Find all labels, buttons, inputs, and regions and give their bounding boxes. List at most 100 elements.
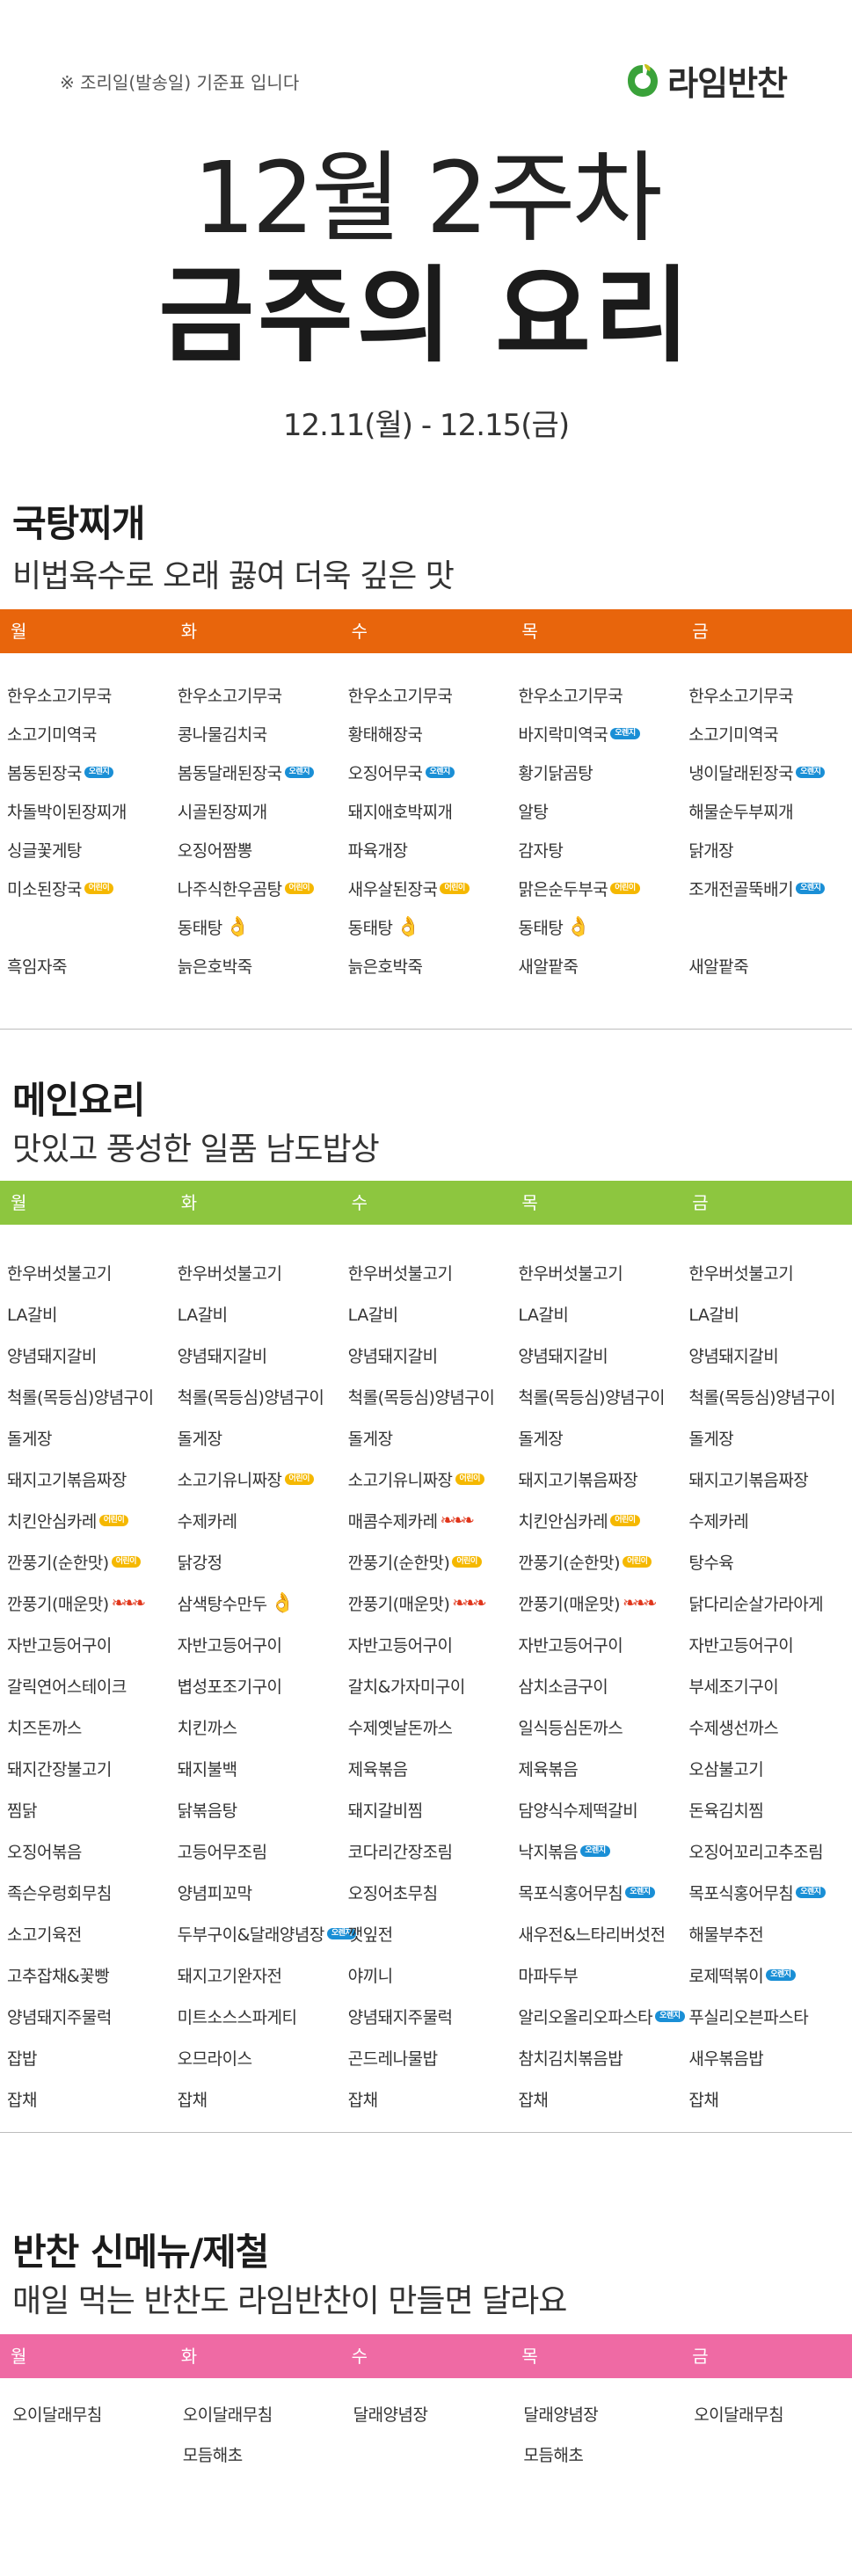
menu-item[interactable]: 동태탕 👌 <box>518 907 681 946</box>
menu-item[interactable]: 고등어무조림 <box>178 1830 341 1872</box>
menu-item[interactable]: 닭볶음탕 <box>178 1789 341 1830</box>
menu-item[interactable]: 소고기유니짜장 어린이 <box>178 1459 341 1500</box>
menu-item[interactable]: 로제떡볶이 오렌지 <box>688 1954 852 1996</box>
menu-item[interactable]: 척롤(목등심)양념구이 <box>518 1376 681 1417</box>
menu-item[interactable]: 잡채 <box>688 2078 852 2120</box>
menu-item[interactable]: 깐풍기(순한맛) 어린이 <box>348 1541 512 1583</box>
menu-item[interactable]: 깻잎전 <box>348 1913 512 1954</box>
menu-item[interactable]: 치즈돈까스 <box>7 1706 171 1748</box>
menu-item[interactable]: 돼지고기볶음짜장 <box>688 1459 852 1500</box>
menu-item[interactable]: 해물순두부찌개 <box>688 791 852 830</box>
menu-item[interactable]: 잡채 <box>7 2078 171 2120</box>
menu-item[interactable]: 돌게장 <box>688 1417 852 1459</box>
menu-item[interactable]: 양념피꼬막 <box>178 1872 341 1913</box>
menu-item[interactable]: 마파두부 <box>518 1954 681 1996</box>
menu-item[interactable]: 돼지고기완자전 <box>178 1954 341 1996</box>
menu-item[interactable]: 참치김치볶음밥 <box>518 2037 681 2078</box>
menu-item[interactable]: 양념돼지갈비 <box>7 1335 171 1376</box>
menu-item[interactable]: 목포식홍어무침 오렌지 <box>688 1872 852 1913</box>
menu-item[interactable]: 양념돼지갈비 <box>688 1335 852 1376</box>
menu-item[interactable]: 수제생선까스 <box>688 1706 852 1748</box>
menu-item[interactable]: 오이달래무침 <box>694 2393 852 2434</box>
menu-item[interactable]: 오이달래무침 <box>183 2393 341 2434</box>
menu-item[interactable]: 자반고등어구이 <box>348 1624 512 1665</box>
menu-item[interactable]: 자반고등어구이 <box>518 1624 681 1665</box>
menu-item[interactable]: 동태탕 👌 <box>348 907 512 946</box>
menu-item[interactable]: 양념돼지갈비 <box>518 1335 681 1376</box>
menu-item[interactable]: 모듬해초 <box>523 2434 681 2474</box>
menu-item[interactable]: 달래양념장 <box>523 2393 681 2434</box>
menu-item[interactable]: 한우소고기무국 <box>348 675 512 714</box>
menu-item[interactable]: 자반고등어구이 <box>7 1624 171 1665</box>
menu-item[interactable]: 잡채 <box>348 2078 512 2120</box>
menu-item[interactable]: 냉이달래된장국 오렌지 <box>688 753 852 791</box>
menu-item[interactable]: 맑은순두부국 어린이 <box>518 869 681 907</box>
menu-item[interactable]: 척롤(목등심)양념구이 <box>348 1376 512 1417</box>
menu-item[interactable]: LA갈비 <box>348 1293 512 1335</box>
menu-item[interactable]: 한우버섯불고기 <box>518 1252 681 1293</box>
menu-item[interactable]: 담양식수제떡갈비 <box>518 1789 681 1830</box>
menu-item[interactable]: 한우버섯불고기 <box>7 1252 171 1293</box>
menu-item[interactable]: 소고기미역국 <box>688 714 852 753</box>
menu-item[interactable]: 한우소고기무국 <box>688 675 852 714</box>
menu-item[interactable]: 코다리간장조림 <box>348 1830 512 1872</box>
menu-item[interactable]: 봄동된장국 오렌지 <box>7 753 171 791</box>
menu-item[interactable]: 잡밥 <box>7 2037 171 2078</box>
menu-item[interactable]: 일식등심돈까스 <box>518 1706 681 1748</box>
menu-item[interactable]: 잡채 <box>518 2078 681 2120</box>
menu-item[interactable]: 갈릭연어스테이크 <box>7 1665 171 1706</box>
menu-item[interactable]: 흑임자죽 <box>7 946 171 985</box>
menu-item[interactable]: 달래양념장 <box>353 2393 512 2434</box>
menu-item[interactable]: 잡채 <box>178 2078 341 2120</box>
menu-item[interactable]: 늙은호박죽 <box>178 946 341 985</box>
menu-item[interactable]: 찜닭 <box>7 1789 171 1830</box>
menu-item[interactable]: 싱글꽃게탕 <box>7 830 171 869</box>
menu-item[interactable]: 조개전골뚝배기 오렌지 <box>688 869 852 907</box>
menu-item[interactable]: 한우소고기무국 <box>7 675 171 714</box>
menu-item[interactable]: 제육볶음 <box>348 1748 512 1789</box>
menu-item[interactable]: 두부구이&달래양념장 오렌지 <box>178 1913 357 1954</box>
menu-item[interactable]: 알리오올리오파스타 오렌지 <box>518 1996 685 2037</box>
menu-item[interactable]: 야끼니 <box>348 1954 512 1996</box>
menu-item[interactable]: 돼지고기볶음짜장 <box>518 1459 681 1500</box>
menu-item[interactable]: 닭개장 <box>688 830 852 869</box>
menu-item[interactable]: 곤드레나물밥 <box>348 2037 512 2078</box>
menu-item[interactable]: 오징어짬뽕 <box>178 830 341 869</box>
menu-item[interactable]: 돼지간장불고기 <box>7 1748 171 1789</box>
menu-item[interactable]: 돌게장 <box>518 1417 681 1459</box>
menu-item[interactable]: 척롤(목등심)양념구이 <box>178 1376 341 1417</box>
menu-item[interactable]: 삼치소금구이 <box>518 1665 681 1706</box>
menu-item[interactable]: 수제카레 <box>178 1500 341 1541</box>
menu-item[interactable]: 깐풍기(순한맛) 어린이 <box>7 1541 171 1583</box>
menu-item[interactable]: 양념돼지갈비 <box>178 1335 341 1376</box>
menu-item[interactable]: 양념돼지주물럭 <box>348 1996 512 2037</box>
menu-item[interactable]: 닭강정 <box>178 1541 341 1583</box>
menu-item[interactable]: 닭다리순살가라아게 <box>688 1583 852 1624</box>
menu-item[interactable]: 오므라이스 <box>178 2037 341 2078</box>
menu-item[interactable]: 알탕 <box>518 791 681 830</box>
menu-item[interactable]: 부세조기구이 <box>688 1665 852 1706</box>
menu-item[interactable]: 나주식한우곰탕 어린이 <box>178 869 341 907</box>
menu-item[interactable]: 수제카레 <box>688 1500 852 1541</box>
menu-item[interactable]: 새알팥죽 <box>518 946 681 985</box>
menu-item[interactable]: 양념돼지주물럭 <box>7 1996 171 2037</box>
menu-item[interactable]: 오이달래무침 <box>12 2393 171 2434</box>
menu-item[interactable]: 치킨안심카레 어린이 <box>7 1500 171 1541</box>
menu-item[interactable]: 새우살된장국 어린이 <box>348 869 512 907</box>
menu-item[interactable]: 목포식홍어무침 오렌지 <box>518 1872 681 1913</box>
menu-item[interactable]: 미소된장국 어린이 <box>7 869 171 907</box>
menu-item[interactable]: 감자탕 <box>518 830 681 869</box>
menu-item[interactable]: LA갈비 <box>7 1293 171 1335</box>
menu-item[interactable]: 치킨안심카레 어린이 <box>518 1500 681 1541</box>
menu-item[interactable]: 깐풍기(순한맛) 어린이 <box>518 1541 681 1583</box>
menu-item[interactable]: 새알팥죽 <box>688 946 852 985</box>
menu-item[interactable]: 볍성포조기구이 <box>178 1665 341 1706</box>
menu-item[interactable]: 한우버섯불고기 <box>688 1252 852 1293</box>
menu-item[interactable]: 오징어꼬리고추조림 <box>688 1830 852 1872</box>
menu-item[interactable]: 양념돼지갈비 <box>348 1335 512 1376</box>
menu-item[interactable]: 족슨우렁회무침 <box>7 1872 171 1913</box>
menu-item[interactable]: 수제옛날돈까스 <box>348 1706 512 1748</box>
menu-item[interactable]: 미트소스스파게티 <box>178 1996 341 2037</box>
menu-item[interactable]: 깐풍기(매운맛) ❧❧❧ <box>518 1583 681 1624</box>
menu-item[interactable]: 돼지갈비찜 <box>348 1789 512 1830</box>
